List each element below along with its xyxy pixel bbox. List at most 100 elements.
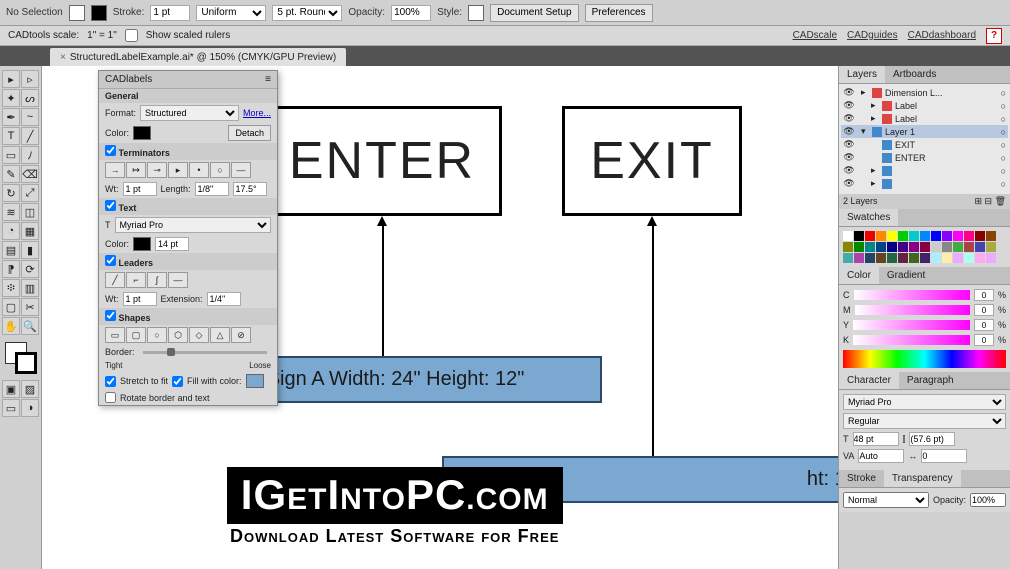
line-tool[interactable]: ╱ — [21, 127, 39, 145]
brush-select[interactable]: 5 pt. Round — [272, 5, 342, 21]
swatch-cell[interactable] — [854, 242, 864, 252]
symbol-spray-tool[interactable]: ፨ — [2, 279, 20, 297]
swatches-tab[interactable]: Swatches — [839, 209, 898, 226]
leading-input[interactable] — [909, 432, 955, 446]
visibility-icon[interactable]: 👁 — [843, 87, 855, 98]
detach-button[interactable]: Detach — [228, 125, 271, 141]
swatch-cell[interactable] — [898, 231, 908, 241]
swatch-cell[interactable] — [887, 253, 897, 263]
screen-mode-icon[interactable]: ▭ — [2, 399, 20, 417]
swatch-cell[interactable] — [942, 231, 952, 241]
color-value-Y[interactable] — [974, 319, 994, 331]
color-value-M[interactable] — [974, 304, 994, 316]
doc-setup-button[interactable]: Document Setup — [490, 4, 579, 22]
text-checkbox[interactable] — [105, 200, 116, 211]
font-select[interactable]: Myriad Pro — [115, 217, 272, 233]
perspective-tool[interactable]: ▦ — [21, 222, 39, 240]
trans-opacity-input[interactable] — [970, 493, 1006, 507]
swatch-cell[interactable] — [865, 242, 875, 252]
panel-titlebar[interactable]: CADlabels≡ — [99, 71, 277, 89]
target-icon[interactable]: ○ — [1001, 127, 1006, 137]
char-font-select[interactable]: Myriad Pro — [843, 394, 1006, 410]
text-size-input[interactable] — [155, 237, 189, 251]
swatch-cell[interactable] — [942, 242, 952, 252]
type-tool[interactable]: T — [2, 127, 20, 145]
paragraph-tab[interactable]: Paragraph — [899, 372, 962, 389]
shape-diamond[interactable]: ◇ — [189, 327, 209, 343]
term-style-6[interactable]: ○ — [210, 162, 230, 178]
swatch-cell[interactable] — [975, 253, 985, 263]
color-slider-K[interactable] — [853, 335, 970, 345]
eyedropper-tool[interactable]: ⁋ — [2, 260, 20, 278]
target-icon[interactable]: ○ — [1001, 114, 1006, 124]
gradient-tab[interactable]: Gradient — [879, 267, 933, 284]
swatch-cell[interactable] — [986, 242, 996, 252]
swatch-cell[interactable] — [953, 231, 963, 241]
blend-mode-select[interactable]: Normal — [843, 492, 929, 508]
swatch-cell[interactable] — [964, 242, 974, 252]
shape-round[interactable]: ▢ — [126, 327, 146, 343]
shapes-checkbox[interactable] — [105, 310, 116, 321]
swatch-cell[interactable] — [986, 253, 996, 263]
term-style-3[interactable]: ⊸ — [147, 162, 167, 178]
close-tab-icon[interactable]: × — [60, 52, 66, 63]
enter-sign[interactable]: ENTER — [262, 106, 502, 216]
eraser-tool[interactable]: ⌫ — [21, 165, 39, 183]
leader-ext-input[interactable] — [207, 292, 241, 306]
gradient-mode-icon[interactable]: ▨ — [21, 380, 39, 398]
leader-style-1[interactable]: ╱ — [105, 272, 125, 288]
swatch-cell[interactable] — [909, 231, 919, 241]
visibility-icon[interactable]: 👁 — [843, 126, 855, 137]
swatch-cell[interactable] — [986, 231, 996, 241]
fill-swatch[interactable] — [69, 5, 85, 21]
leaders-checkbox[interactable] — [105, 255, 116, 266]
layer-row[interactable]: 👁▸○ — [841, 164, 1008, 177]
swatch-cell[interactable] — [876, 231, 886, 241]
layer-row[interactable]: 👁▾Layer 1○ — [841, 125, 1008, 138]
stroke-swatch[interactable] — [91, 5, 107, 21]
curvature-tool[interactable]: ~ — [21, 108, 39, 126]
swatch-cell[interactable] — [843, 231, 853, 241]
term-style-7[interactable]: — — [231, 162, 251, 178]
color-slider-C[interactable] — [854, 290, 970, 300]
rotate-checkbox[interactable] — [105, 392, 116, 403]
term-length-input[interactable] — [195, 182, 229, 196]
stretch-checkbox[interactable] — [105, 376, 116, 387]
swatch-cell[interactable] — [887, 242, 897, 252]
cadlabels-panel[interactable]: CADlabels≡ General Format: Structured Mo… — [98, 70, 278, 406]
opacity-input[interactable] — [391, 5, 431, 21]
color-spectrum[interactable] — [843, 350, 1006, 368]
layer-row[interactable]: 👁▸Dimension L...○ — [841, 86, 1008, 99]
panel-menu-icon[interactable]: ≡ — [265, 74, 271, 85]
target-icon[interactable]: ○ — [1001, 153, 1006, 163]
term-style-1[interactable]: → — [105, 162, 125, 178]
shape-none[interactable]: ⊘ — [231, 327, 251, 343]
swatch-cell[interactable] — [931, 231, 941, 241]
swatch-cell[interactable] — [898, 253, 908, 263]
cadguides-link[interactable]: CADguides — [847, 30, 898, 41]
term-style-2[interactable]: ↦ — [126, 162, 146, 178]
shape-rect[interactable]: ▭ — [105, 327, 125, 343]
graph-tool[interactable]: ▥ — [21, 279, 39, 297]
layer-row[interactable]: 👁EXIT○ — [841, 138, 1008, 151]
layers-actions[interactable]: ⊞ ⊟ 🗑 — [974, 196, 1006, 207]
swatch-cell[interactable] — [931, 242, 941, 252]
font-size-input[interactable] — [853, 432, 899, 446]
swatch-cell[interactable] — [931, 253, 941, 263]
caddashboard-link[interactable]: CADdashboard — [908, 30, 976, 41]
swatch-cell[interactable] — [887, 231, 897, 241]
stroke-dash-select[interactable]: Uniform — [196, 5, 266, 21]
style-swatch[interactable] — [468, 5, 484, 21]
shaper-tool[interactable]: ✎ — [2, 165, 20, 183]
mesh-tool[interactable]: ▤ — [2, 241, 20, 259]
target-icon[interactable]: ○ — [1001, 179, 1006, 189]
swatch-cell[interactable] — [920, 253, 930, 263]
leader-style-3[interactable]: ∫ — [147, 272, 167, 288]
format-select[interactable]: Structured — [140, 105, 239, 121]
show-scaled-rulers-checkbox[interactable] — [125, 29, 138, 42]
layers-tab[interactable]: Layers — [839, 66, 885, 83]
tracking-input[interactable] — [921, 449, 967, 463]
character-tab[interactable]: Character — [839, 372, 899, 389]
leader-weight-input[interactable] — [123, 292, 157, 306]
shape-tri[interactable]: △ — [210, 327, 230, 343]
